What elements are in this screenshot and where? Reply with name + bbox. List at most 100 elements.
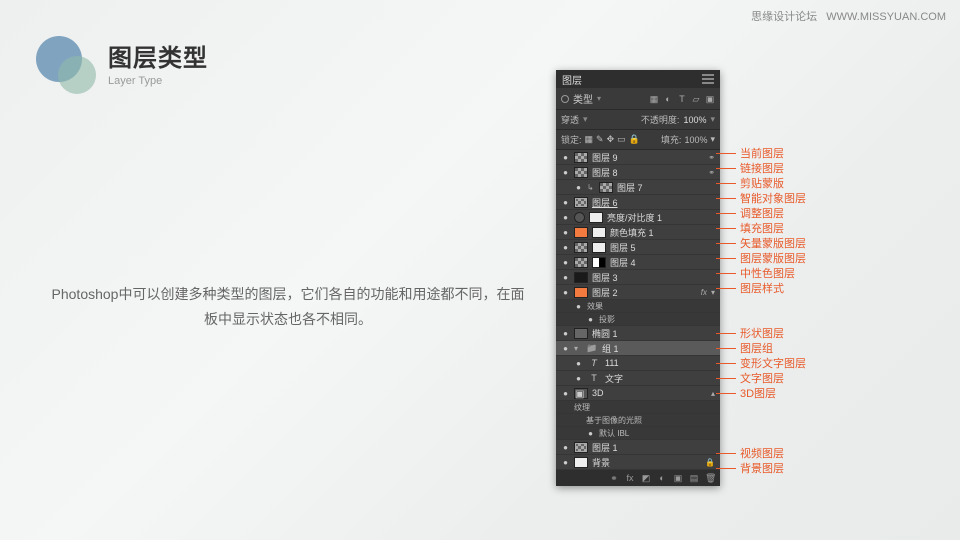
chevron-down-icon[interactable]: ▾	[597, 94, 601, 103]
visibility-icon[interactable]	[561, 288, 570, 297]
layer-thumb[interactable]	[574, 152, 588, 163]
leader-line	[716, 213, 736, 214]
layer-thumb[interactable]	[574, 457, 588, 468]
new-layer-icon[interactable]: ▤	[689, 473, 699, 483]
fx-item[interactable]: 投影	[556, 313, 720, 326]
annotation-变形文字图层: 变形文字图层	[740, 355, 806, 371]
layer-row[interactable]: 图层 5	[556, 240, 720, 255]
mask-thumb[interactable]	[592, 227, 606, 238]
visibility-icon[interactable]	[574, 183, 583, 192]
3d-icon[interactable]: ▣	[574, 388, 588, 399]
chevron-up-icon[interactable]: ▴	[711, 389, 715, 398]
layer-row[interactable]: 文字	[556, 371, 720, 386]
panel-menu-icon[interactable]	[702, 74, 714, 84]
mask-thumb[interactable]	[589, 212, 603, 223]
layer-row[interactable]: ↳图层 7	[556, 180, 720, 195]
opacity-value[interactable]: 100%	[683, 115, 706, 125]
layer-thumb[interactable]	[574, 287, 588, 298]
visibility-icon[interactable]	[574, 302, 583, 311]
trash-icon[interactable]: 🗑	[705, 473, 715, 483]
vector-mask-thumb[interactable]	[592, 242, 606, 253]
layer-thumb[interactable]	[574, 167, 588, 178]
filter-pixel-icon[interactable]: ▦	[649, 94, 659, 104]
layer-row[interactable]: 图层 1	[556, 440, 720, 455]
folder-icon[interactable]: ▣	[673, 473, 683, 483]
filter-label[interactable]: 类型	[573, 91, 593, 106]
layer-3d[interactable]: ▣3D▴	[556, 386, 720, 401]
video-layer-thumb[interactable]	[574, 442, 588, 453]
layer-row[interactable]: 图层 3	[556, 270, 720, 285]
adjustment-icon[interactable]	[574, 212, 585, 223]
layer-row[interactable]: 图层 6	[556, 195, 720, 210]
layer-row[interactable]: 图层 9⚭	[556, 150, 720, 165]
visibility-icon[interactable]	[561, 198, 570, 207]
layer-row[interactable]: 亮度/对比度 1	[556, 210, 720, 225]
layer-row[interactable]: 图层 2fx▾	[556, 285, 720, 300]
layer-group[interactable]: ▾组 1	[556, 341, 720, 356]
visibility-icon[interactable]	[586, 429, 595, 438]
layer-row[interactable]: 椭圆 1	[556, 326, 720, 341]
lock-brush-icon[interactable]: ✎	[596, 134, 604, 145]
texture-row[interactable]: 纹理	[556, 401, 720, 414]
visibility-icon[interactable]	[561, 243, 570, 252]
lock-move-icon[interactable]: ✥	[607, 134, 615, 145]
visibility-icon[interactable]	[574, 374, 583, 383]
layer-row[interactable]: 111	[556, 356, 720, 371]
visibility-icon[interactable]	[586, 315, 595, 324]
layer-row[interactable]: 背景🔒	[556, 455, 720, 470]
layer-thumb[interactable]	[574, 242, 588, 253]
fx-row[interactable]: 效果	[556, 300, 720, 313]
visibility-icon[interactable]	[574, 359, 583, 368]
visibility-icon[interactable]	[561, 228, 570, 237]
visibility-icon[interactable]	[561, 344, 570, 353]
filter-adjust-icon[interactable]: ◐	[663, 94, 673, 104]
layer-row[interactable]: 图层 8⚭	[556, 165, 720, 180]
visibility-icon[interactable]	[561, 258, 570, 267]
leader-line	[716, 468, 736, 469]
ibl-default[interactable]: 默认 IBL	[556, 427, 720, 440]
layer-thumb[interactable]	[599, 182, 613, 193]
lock-pixels-icon[interactable]: ▦	[585, 134, 594, 145]
visibility-icon[interactable]	[561, 443, 570, 452]
visibility-icon[interactable]	[561, 389, 570, 398]
mask-icon[interactable]: ◩	[641, 473, 651, 483]
fx-icon[interactable]: fx	[625, 473, 635, 483]
visibility-icon[interactable]	[561, 168, 570, 177]
visibility-icon[interactable]	[561, 458, 570, 467]
layer-thumb[interactable]	[574, 272, 588, 283]
visibility-icon[interactable]	[561, 153, 570, 162]
layer-thumb[interactable]	[574, 197, 588, 208]
adjustment-icon[interactable]: ◐	[657, 473, 667, 483]
watermark-cn: 思缘设计论坛	[751, 11, 817, 23]
link-icon[interactable]: ⚭	[609, 473, 619, 483]
visibility-icon[interactable]	[561, 329, 570, 338]
folder-icon[interactable]	[586, 343, 598, 354]
chevron-down-icon[interactable]: ▾	[711, 288, 715, 297]
visibility-icon[interactable]	[561, 273, 570, 282]
lock-artboard-icon[interactable]: ▭	[617, 134, 626, 145]
chevron-down-icon[interactable]: ▾	[710, 114, 715, 125]
blend-mode[interactable]: 穿透	[561, 113, 579, 126]
ibl-row[interactable]: 基于图像的光照	[556, 414, 720, 427]
layer-thumb[interactable]	[574, 328, 588, 339]
layer-mask-thumb[interactable]	[592, 257, 606, 268]
layer-thumb[interactable]	[574, 257, 588, 268]
panel-tab[interactable]: 图层	[556, 70, 720, 88]
layer-row[interactable]: 颜色填充 1	[556, 225, 720, 240]
chevron-down-icon[interactable]: ▾	[574, 344, 582, 353]
annotation-图层蒙版图层: 图层蒙版图层	[740, 250, 806, 266]
text-icon[interactable]	[587, 373, 601, 384]
chevron-down-icon[interactable]: ▾	[710, 134, 715, 145]
layer-row[interactable]: 图层 4	[556, 255, 720, 270]
fx-badge[interactable]: fx	[701, 288, 707, 297]
filter-shape-icon[interactable]: ▱	[691, 94, 701, 104]
fill-value[interactable]: 100%	[684, 135, 707, 145]
layer-thumb[interactable]	[574, 227, 588, 238]
chevron-down-icon[interactable]: ▾	[583, 114, 588, 125]
filter-type-icon[interactable]: T	[677, 94, 687, 104]
warped-text-icon[interactable]	[587, 358, 601, 369]
visibility-icon[interactable]	[561, 213, 570, 222]
lock-all-icon[interactable]: 🔒	[629, 134, 640, 145]
search-icon[interactable]	[561, 95, 569, 103]
filter-smart-icon[interactable]: ▣	[705, 94, 715, 104]
